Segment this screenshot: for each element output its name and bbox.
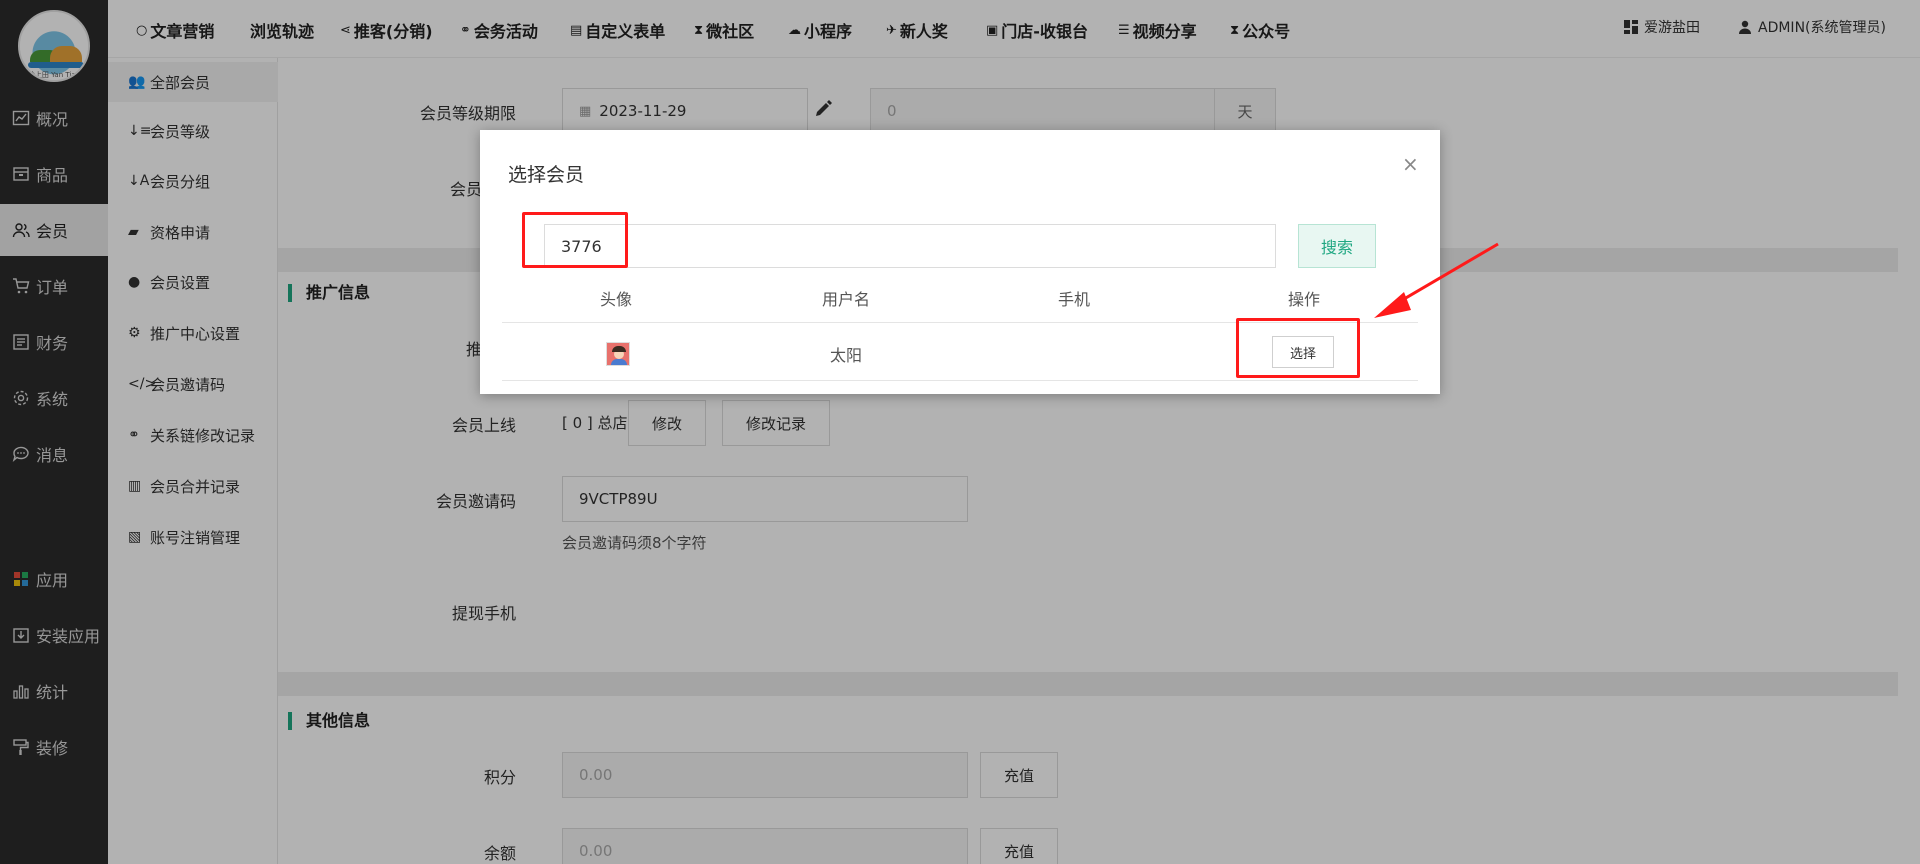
annotation-arrow	[1374, 242, 1499, 318]
